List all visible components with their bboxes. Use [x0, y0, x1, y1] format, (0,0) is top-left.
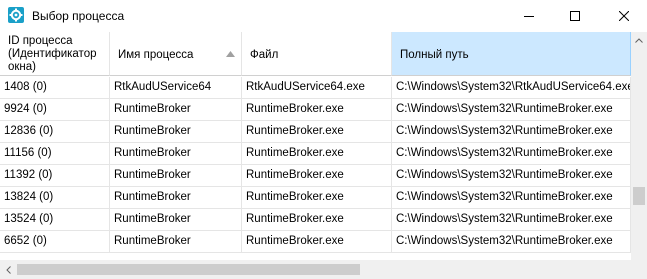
- cell-process-name: RuntimeBroker: [110, 121, 242, 143]
- column-header-label: Полный путь: [400, 49, 469, 61]
- cell-process-id: 11392 (0): [0, 165, 110, 187]
- minimize-icon: [524, 15, 534, 17]
- scrollbar-corner: [631, 260, 647, 279]
- table-row[interactable]: 11392 (0) RuntimeBroker RuntimeBroker.exe C…: [0, 165, 631, 187]
- cell-full-path: C:\Windows\System32\RuntimeBroker.exe: [392, 209, 631, 231]
- vertical-scrollbar[interactable]: [631, 32, 647, 260]
- cell-process-name: RuntimeBroker: [110, 231, 242, 253]
- cell-full-path: C:\Windows\System32\RtkAudUService64.exe: [392, 77, 631, 99]
- cell-file: RuntimeBroker.exe: [242, 165, 392, 187]
- column-header-label: Имя процесса: [118, 49, 194, 61]
- cell-process-id: 13524 (0): [0, 209, 110, 231]
- cell-file: RuntimeBroker.exe: [242, 121, 392, 143]
- cell-process-id: 13824 (0): [0, 187, 110, 209]
- chevron-up-icon: [635, 37, 643, 43]
- minimize-button[interactable]: [506, 0, 552, 31]
- table-row[interactable]: 6652 (0) RuntimeBroker RuntimeBroker.exe C:…: [0, 231, 631, 253]
- column-header-file[interactable]: Файл: [242, 32, 392, 76]
- column-header-label: ID процесса (Идентификатор окна): [8, 35, 97, 73]
- close-button[interactable]: [601, 0, 647, 31]
- horizontal-scrollbar[interactable]: [0, 260, 631, 279]
- table-row[interactable]: 1408 (0) RtkAudUService64 RtkAudUService64…: [0, 77, 631, 99]
- cell-process-name: RuntimeBroker: [110, 143, 242, 165]
- horizontal-scroll-thumb[interactable]: [17, 264, 360, 275]
- cell-full-path: C:\Windows\System32\RuntimeBroker.exe: [392, 187, 631, 209]
- cell-full-path: C:\Windows\System32\RuntimeBroker.exe: [392, 143, 631, 165]
- column-header-name[interactable]: Имя процесса: [110, 32, 242, 76]
- close-icon: [619, 10, 629, 21]
- cell-process-id: 6652 (0): [0, 231, 110, 253]
- maximize-button[interactable]: [552, 0, 598, 31]
- cell-process-id: 12836 (0): [0, 121, 110, 143]
- table-row[interactable]: 9924 (0) RuntimeBroker RuntimeBroker.exe C:…: [0, 99, 631, 121]
- cell-process-name: RtkAudUService64: [110, 77, 242, 99]
- cell-process-name: RuntimeBroker: [110, 187, 242, 209]
- cell-full-path: C:\Windows\System32\RuntimeBroker.exe: [392, 165, 631, 187]
- cell-file: RuntimeBroker.exe: [242, 187, 392, 209]
- cell-file: RtkAudUService64.exe: [242, 77, 392, 99]
- table-row[interactable]: 11156 (0) RuntimeBroker RuntimeBroker.exe C…: [0, 143, 631, 165]
- cell-file: RuntimeBroker.exe: [242, 209, 392, 231]
- process-table: ID процесса (Идентификатор окна) Имя про…: [0, 32, 631, 260]
- cell-file: RuntimeBroker.exe: [242, 143, 392, 165]
- cell-process-id: 9924 (0): [0, 99, 110, 121]
- column-header-full-path[interactable]: Полный путь: [392, 32, 631, 76]
- cell-process-name: RuntimeBroker: [110, 165, 242, 187]
- cell-file: RuntimeBroker.exe: [242, 231, 392, 253]
- scroll-left-button[interactable]: [0, 260, 16, 279]
- cell-file: RuntimeBroker.exe: [242, 99, 392, 121]
- table-row[interactable]: 13824 (0) RuntimeBroker RuntimeBroker.exe C…: [0, 187, 631, 209]
- cell-process-id: 11156 (0): [0, 143, 110, 165]
- vertical-scroll-thumb[interactable]: [633, 187, 645, 205]
- maximize-icon: [570, 10, 580, 21]
- title-bar: Выбор процесса: [0, 0, 647, 32]
- cell-full-path: C:\Windows\System32\RuntimeBroker.exe: [392, 121, 631, 143]
- cell-full-path: C:\Windows\System32\RuntimeBroker.exe: [392, 99, 631, 121]
- window-title: Выбор процесса: [32, 9, 125, 23]
- column-header-label: Файл: [250, 49, 279, 61]
- scroll-up-button[interactable]: [631, 32, 647, 48]
- table-row[interactable]: 13524 (0) RuntimeBroker RuntimeBroker.exe C…: [0, 209, 631, 231]
- cell-process-name: RuntimeBroker: [110, 99, 242, 121]
- table-row[interactable]: 12836 (0) RuntimeBroker RuntimeBroker.exe C…: [0, 121, 631, 143]
- cell-process-id: 1408 (0): [0, 77, 110, 99]
- app-gear-icon: [8, 7, 24, 23]
- cell-full-path: C:\Windows\System32\RuntimeBroker.exe: [392, 231, 631, 253]
- cell-process-name: RuntimeBroker: [110, 209, 242, 231]
- chevron-left-icon: [5, 265, 11, 274]
- column-header-id[interactable]: ID процесса (Идентификатор окна): [0, 32, 110, 76]
- sort-up-icon: [226, 51, 235, 57]
